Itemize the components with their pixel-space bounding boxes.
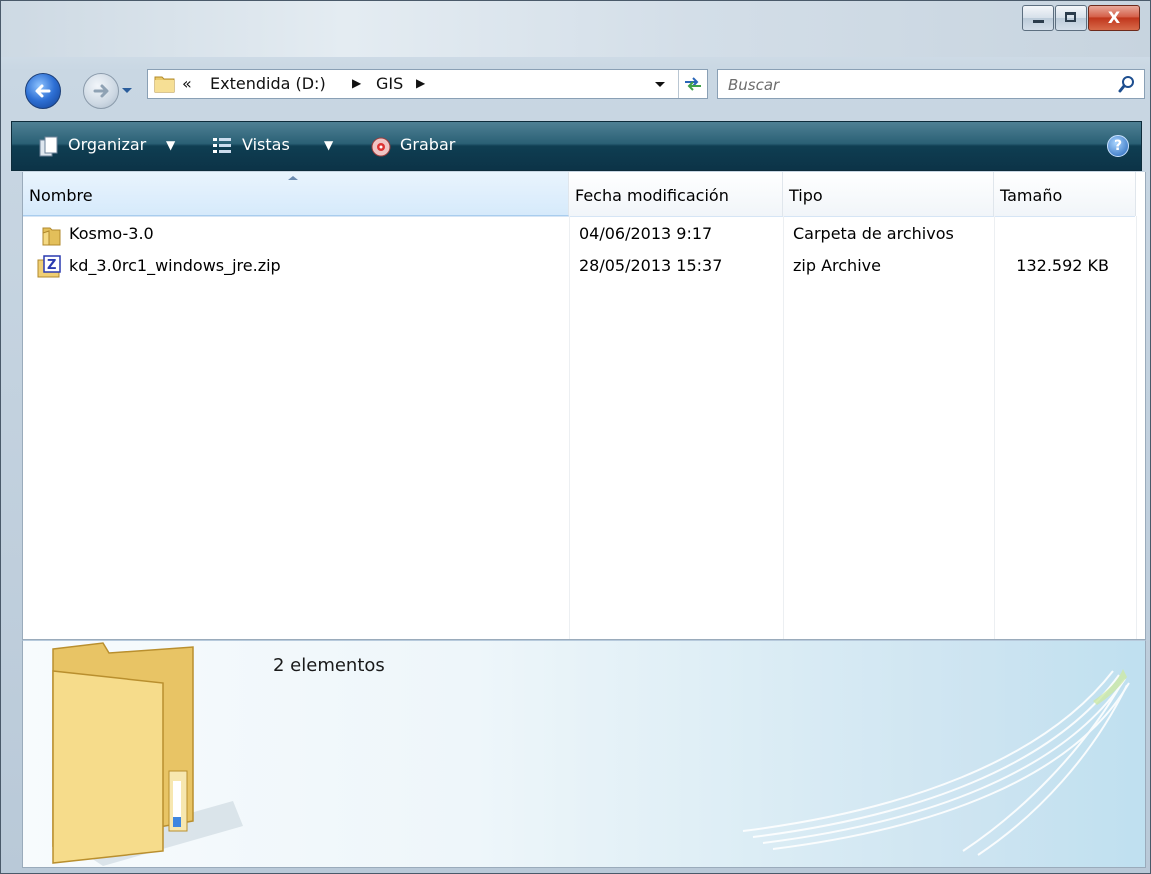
back-button[interactable] bbox=[25, 73, 61, 109]
forward-button[interactable] bbox=[83, 73, 119, 109]
minimize-icon bbox=[1033, 20, 1044, 23]
file-type: zip Archive bbox=[793, 256, 881, 275]
file-name: Kosmo-3.0 bbox=[69, 224, 154, 243]
column-header-type-label: Tipo bbox=[789, 186, 823, 205]
column-header-name[interactable]: Nombre bbox=[23, 172, 569, 216]
column-header-type[interactable]: Tipo bbox=[783, 172, 994, 216]
window-controls: X bbox=[1021, 5, 1140, 31]
refresh-button[interactable] bbox=[678, 70, 707, 98]
address-row: « Extendida (D:) ▶ GIS ▶ bbox=[1, 57, 1150, 121]
file-row[interactable]: Z kd_3.0rc1_windows_jre.zip 28/05/2013 1… bbox=[23, 252, 1135, 284]
views-dropdown-icon[interactable]: ▼ bbox=[324, 138, 333, 152]
organize-dropdown-icon[interactable]: ▼ bbox=[166, 138, 175, 152]
address-dropdown-icon[interactable] bbox=[654, 81, 666, 89]
maximize-icon bbox=[1065, 12, 1076, 22]
explorer-window: X « Extendida (D:) ▶ GIS ▶ Buscar Organi… bbox=[0, 0, 1151, 874]
folder-icon bbox=[42, 227, 61, 246]
file-size: 132.592 KB bbox=[1016, 256, 1109, 275]
breadcrumb-overflow[interactable]: « bbox=[182, 74, 192, 93]
help-icon[interactable]: ? bbox=[1107, 135, 1129, 157]
details-pane: 2 elementos bbox=[22, 640, 1146, 868]
maximize-button[interactable] bbox=[1055, 5, 1087, 31]
forward-arrow-icon bbox=[93, 84, 109, 98]
burn-button[interactable]: Grabar bbox=[400, 135, 455, 154]
search-input[interactable] bbox=[726, 73, 1090, 97]
organize-icon bbox=[39, 136, 58, 157]
file-type: Carpeta de archivos bbox=[793, 224, 954, 243]
column-header-size[interactable]: Tamaño bbox=[994, 172, 1136, 216]
command-bar: Organizar ▼ Vistas ▼ Grabar ? bbox=[11, 121, 1142, 171]
minimize-button[interactable] bbox=[1022, 5, 1054, 31]
file-date: 04/06/2013 9:17 bbox=[579, 224, 713, 243]
views-icon bbox=[213, 138, 231, 153]
zip-file-icon: Z bbox=[37, 255, 61, 278]
back-arrow-icon bbox=[35, 84, 51, 98]
recent-pages-dropdown-icon[interactable] bbox=[121, 87, 133, 95]
column-header-row: Nombre Fecha modificación Tipo Tamaño bbox=[23, 172, 1136, 217]
column-header-name-label: Nombre bbox=[29, 186, 93, 205]
breadcrumb-folder[interactable]: GIS bbox=[376, 74, 403, 93]
large-folder-icon bbox=[52, 642, 243, 866]
folder-icon bbox=[154, 76, 175, 93]
column-divider bbox=[1136, 216, 1137, 639]
file-list: Nombre Fecha modificación Tipo Tamaño Ko… bbox=[22, 172, 1146, 640]
refresh-icon bbox=[685, 77, 701, 91]
search-box bbox=[717, 69, 1145, 99]
address-bar[interactable]: « Extendida (D:) ▶ GIS ▶ bbox=[147, 69, 708, 99]
svg-text:Z: Z bbox=[47, 258, 56, 273]
views-button[interactable]: Vistas bbox=[242, 135, 290, 154]
item-count: 2 elementos bbox=[273, 655, 385, 676]
column-header-size-label: Tamaño bbox=[1000, 186, 1063, 205]
breadcrumb-arrow-icon[interactable]: ▶ bbox=[416, 76, 425, 90]
burn-disc-icon bbox=[371, 137, 391, 157]
close-button[interactable]: X bbox=[1088, 5, 1140, 31]
sort-ascending-icon bbox=[288, 176, 298, 180]
file-date: 28/05/2013 15:37 bbox=[579, 256, 723, 275]
column-header-date-label: Fecha modificación bbox=[575, 186, 729, 205]
organize-button[interactable]: Organizar bbox=[68, 135, 146, 154]
close-icon: X bbox=[1107, 8, 1121, 27]
search-icon[interactable] bbox=[1118, 75, 1136, 93]
breadcrumb-arrow-icon[interactable]: ▶ bbox=[352, 76, 361, 90]
file-row[interactable]: Kosmo-3.0 04/06/2013 9:17 Carpeta de arc… bbox=[23, 220, 1135, 252]
column-header-date[interactable]: Fecha modificación bbox=[569, 172, 783, 216]
breadcrumb-drive[interactable]: Extendida (D:) bbox=[210, 74, 326, 93]
title-bar: X bbox=[1, 1, 1150, 57]
file-name: kd_3.0rc1_windows_jre.zip bbox=[69, 256, 281, 275]
